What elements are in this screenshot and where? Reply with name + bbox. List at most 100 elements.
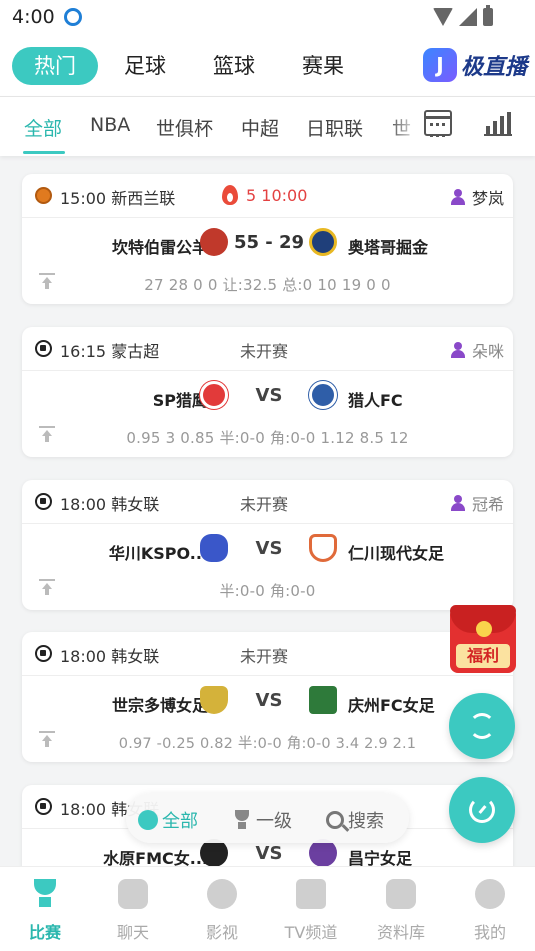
home-team: 华川KSPO... bbox=[108, 544, 208, 563]
bottom-nav-tv[interactable]: TV频道 bbox=[271, 879, 351, 943]
search-icon bbox=[326, 811, 344, 829]
play-icon bbox=[207, 879, 237, 909]
bottom-nav-label: 比赛 bbox=[28, 923, 61, 942]
league-tab-club-world-cup[interactable]: 世俱杯 bbox=[156, 114, 213, 141]
trophy-icon bbox=[30, 879, 60, 909]
globe-icon bbox=[138, 810, 158, 830]
status-time: 4:00 bbox=[12, 6, 55, 28]
football-icon bbox=[35, 798, 52, 815]
league-tabs: 全部 NBA 世俱杯 中超 日职联 世 bbox=[0, 96, 535, 156]
home-team: 世宗多博女足 bbox=[111, 696, 208, 715]
anchor-icon bbox=[450, 189, 466, 205]
away-team: 庆州FC女足 bbox=[348, 696, 435, 715]
match-card[interactable]: 16:15 蒙古超 未开赛 朵咪 SP猎鹰 VS 猎人FC 0.95 3 0.8… bbox=[22, 327, 513, 457]
status-bar: 4:00 bbox=[0, 0, 535, 36]
bottom-nav-label: 聊天 bbox=[116, 923, 149, 942]
home-team-crest-icon bbox=[200, 686, 228, 714]
match-vs: VS bbox=[255, 538, 283, 559]
user-icon bbox=[475, 879, 505, 909]
bottom-nav-label: 影视 bbox=[205, 923, 238, 942]
away-team: 仁川现代女足 bbox=[348, 544, 445, 563]
match-status: 未开赛 bbox=[240, 342, 289, 361]
league-tab-nba[interactable]: NBA bbox=[90, 114, 130, 136]
match-score: 55 - 29 bbox=[233, 232, 305, 253]
speed-dial-button[interactable] bbox=[449, 777, 515, 843]
welfare-label: 福利 bbox=[456, 644, 510, 668]
chat-icon bbox=[118, 879, 148, 909]
match-odds: 半:0-0 角:0-0 bbox=[219, 582, 316, 600]
tab-football[interactable]: 足球 bbox=[124, 47, 166, 85]
away-team: 猎人FC bbox=[348, 391, 403, 410]
bottom-nav-label: 资料库 bbox=[376, 923, 425, 942]
football-icon bbox=[35, 340, 52, 357]
league-tab-csl[interactable]: 中超 bbox=[241, 114, 279, 141]
filter-all[interactable]: 全部 bbox=[138, 807, 198, 833]
anchor-name: 冠希 bbox=[471, 495, 504, 514]
match-status: 未开赛 bbox=[240, 647, 289, 666]
match-odds: 0.97 -0.25 0.82 半:0-0 角:0-0 3.4 2.9 2.1 bbox=[118, 736, 417, 752]
stats-chart-icon[interactable] bbox=[484, 110, 512, 136]
filter-search-label: 搜索 bbox=[348, 811, 384, 832]
bottom-nav-database[interactable]: 资料库 bbox=[361, 879, 441, 943]
home-team-crest-icon bbox=[200, 839, 228, 867]
active-tab-indicator bbox=[23, 151, 65, 154]
filter-bar: 全部 一级 搜索 bbox=[126, 793, 409, 843]
battery-icon bbox=[483, 5, 493, 26]
match-time-league: 18:00 韩女联 bbox=[60, 495, 160, 514]
match-header: 18:00 韩女联 未开赛 bbox=[22, 632, 513, 676]
match-card[interactable]: 18:00 韩女联 未开赛 世宗多博女足 VS 庆州FC女足 0.97 -0.2… bbox=[22, 632, 513, 762]
wifi-icon bbox=[433, 8, 453, 26]
football-icon bbox=[35, 493, 52, 510]
filter-search[interactable]: 搜索 bbox=[326, 807, 384, 833]
tab-hot[interactable]: 热门 bbox=[12, 47, 98, 85]
anchor-link[interactable]: 梦岚 bbox=[450, 185, 504, 209]
anchor-icon bbox=[450, 495, 466, 511]
brand-name: 极直播 bbox=[460, 55, 527, 80]
filter-level-one[interactable]: 一级 bbox=[232, 807, 292, 833]
refresh-icon bbox=[469, 713, 495, 739]
match-vs: VS bbox=[255, 385, 283, 406]
league-tab-jleague[interactable]: 日职联 bbox=[306, 114, 363, 141]
brand-logo: J 极直播 bbox=[422, 48, 527, 82]
league-tab-all[interactable]: 全部 bbox=[24, 114, 62, 141]
app-notification-icon bbox=[64, 8, 82, 26]
match-card[interactable]: 15:00 新西兰联 5 10:00 梦岚 坎特伯雷公羊 55 - 29 奥塔哥… bbox=[22, 174, 513, 304]
basketball-icon bbox=[35, 187, 52, 204]
system-icons bbox=[433, 5, 493, 26]
match-vs: VS bbox=[255, 843, 283, 864]
match-vs: VS bbox=[255, 690, 283, 711]
home-team: 坎特伯雷公羊 bbox=[111, 238, 208, 257]
match-card[interactable]: 18:00 韩女联 未开赛 冠希 华川KSPO... VS 仁川现代女足 半:0… bbox=[22, 480, 513, 610]
bottom-nav-matches[interactable]: 比赛 bbox=[5, 879, 85, 943]
match-time-league: 16:15 蒙古超 bbox=[60, 342, 160, 361]
calendar-icon[interactable] bbox=[424, 110, 452, 137]
away-team-crest-icon bbox=[309, 839, 337, 867]
welfare-red-envelope[interactable]: 福利 bbox=[444, 597, 522, 677]
match-time-league: 15:00 新西兰联 bbox=[60, 189, 176, 208]
brand-logo-icon: J bbox=[422, 48, 457, 82]
tab-basketball[interactable]: 篮球 bbox=[213, 47, 255, 85]
bottom-nav-label: 我的 bbox=[473, 923, 506, 942]
live-status-text: 5 10:00 bbox=[246, 185, 308, 205]
live-fire-icon bbox=[222, 185, 238, 205]
coin-icon bbox=[476, 621, 492, 637]
match-header: 15:00 新西兰联 5 10:00 梦岚 bbox=[22, 174, 513, 218]
bottom-nav: 比赛 聊天 影视 TV频道 资料库 我的 bbox=[0, 866, 535, 951]
tv-icon bbox=[296, 879, 326, 909]
away-team-crest-icon bbox=[309, 228, 337, 256]
refresh-button[interactable] bbox=[449, 693, 515, 759]
away-team-crest-icon bbox=[309, 381, 337, 409]
match-time-league: 18:00 韩女联 bbox=[60, 647, 160, 666]
match-header: 16:15 蒙古超 未开赛 朵咪 bbox=[22, 327, 513, 371]
bottom-nav-chat[interactable]: 聊天 bbox=[93, 879, 173, 943]
anchor-link[interactable]: 冠希 bbox=[450, 491, 504, 515]
away-team-crest-icon bbox=[309, 534, 337, 562]
bottom-nav-profile[interactable]: 我的 bbox=[450, 879, 530, 943]
away-team: 奥塔哥掘金 bbox=[348, 238, 429, 257]
match-odds: 0.95 3 0.85 半:0-0 角:0-0 1.12 8.5 12 bbox=[126, 429, 409, 447]
match-status: 5 10:00 bbox=[222, 185, 307, 205]
tab-results[interactable]: 赛果 bbox=[302, 47, 344, 85]
away-team-crest-icon bbox=[309, 686, 337, 714]
anchor-link[interactable]: 朵咪 bbox=[450, 338, 504, 362]
bottom-nav-video[interactable]: 影视 bbox=[182, 879, 262, 943]
